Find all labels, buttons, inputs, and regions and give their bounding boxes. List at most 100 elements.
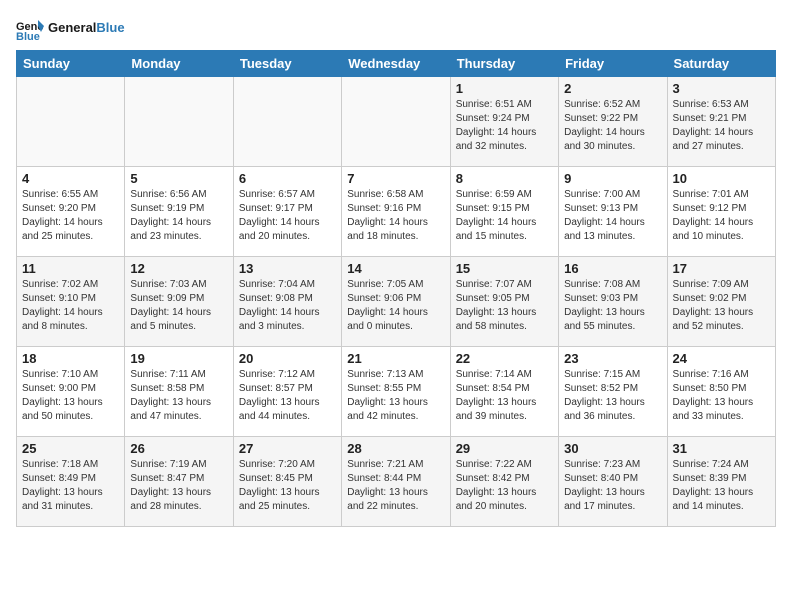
calendar-cell: 12Sunrise: 7:03 AM Sunset: 9:09 PM Dayli…: [125, 257, 233, 347]
day-info: Sunrise: 7:12 AM Sunset: 8:57 PM Dayligh…: [239, 368, 336, 424]
calendar-cell: 3 Sunrise: 6:53 AM Sunset: 9:21 PM Daylig…: [667, 77, 775, 167]
calendar-cell: 20 Sunrise: 7:12 AM Sunset: 8:57 PM Dayli…: [233, 347, 341, 437]
col-header-saturday: Saturday: [667, 51, 775, 77]
logo-blue: Blue: [96, 20, 124, 35]
day-number: 25: [22, 441, 119, 456]
calendar-cell: 7Sunrise: 6:58 AM Sunset: 9:16 PM Daylig…: [342, 167, 450, 257]
calendar-cell: 1 Sunrise: 6:51 AM Sunset: 9:24 PM Daylig…: [450, 77, 558, 167]
day-number: 22: [456, 351, 553, 366]
day-info: Sunrise: 7:07 AM Sunset: 9:05 PM Dayligh…: [456, 278, 553, 334]
day-number: 7: [347, 171, 444, 186]
day-info: Sunrise: 6:56 AM Sunset: 9:19 PM Dayligh…: [130, 188, 227, 244]
day-number: 4: [22, 171, 119, 186]
calendar-cell: 24Sunrise: 7:16 AM Sunset: 8:50 PM Dayli…: [667, 347, 775, 437]
day-info: Sunrise: 7:13 AM Sunset: 8:55 PM Dayligh…: [347, 368, 444, 424]
day-number: 1: [456, 81, 553, 96]
day-info: Sunrise: 7:01 AM Sunset: 9:12 PM Dayligh…: [673, 188, 770, 244]
col-header-sunday: Sunday: [17, 51, 125, 77]
calendar-cell: [17, 77, 125, 167]
day-number: 2: [564, 81, 661, 96]
calendar-cell: 31 Sunrise: 7:24 AM Sunset: 8:39 PM Dayli…: [667, 437, 775, 527]
day-info: Sunrise: 7:22 AM Sunset: 8:42 PM Dayligh…: [456, 458, 553, 514]
day-number: 28: [347, 441, 444, 456]
calendar-cell: 2Sunrise: 6:52 AM Sunset: 9:22 PM Daylig…: [559, 77, 667, 167]
col-header-friday: Friday: [559, 51, 667, 77]
calendar-week-row: 18Sunrise: 7:10 AM Sunset: 9:00 PM Dayli…: [17, 347, 776, 437]
calendar-cell: 25 Sunrise: 7:18 AM Sunset: 8:49 PM Dayli…: [17, 437, 125, 527]
day-info: Sunrise: 6:51 AM Sunset: 9:24 PM Dayligh…: [456, 98, 553, 154]
logo-general: General: [48, 20, 96, 35]
day-info: Sunrise: 7:04 AM Sunset: 9:08 PM Dayligh…: [239, 278, 336, 334]
col-header-wednesday: Wednesday: [342, 51, 450, 77]
calendar-header-row: SundayMondayTuesdayWednesdayThursdayFrid…: [17, 51, 776, 77]
calendar-cell: 30Sunrise: 7:23 AM Sunset: 8:40 PM Dayli…: [559, 437, 667, 527]
day-number: 3: [673, 81, 770, 96]
day-number: 20: [239, 351, 336, 366]
day-info: Sunrise: 7:08 AM Sunset: 9:03 PM Dayligh…: [564, 278, 661, 334]
calendar-cell: 22 Sunrise: 7:14 AM Sunset: 8:54 PM Dayli…: [450, 347, 558, 437]
calendar-week-row: 25 Sunrise: 7:18 AM Sunset: 8:49 PM Dayli…: [17, 437, 776, 527]
calendar-cell: 17Sunrise: 7:09 AM Sunset: 9:02 PM Dayli…: [667, 257, 775, 347]
day-number: 27: [239, 441, 336, 456]
day-number: 13: [239, 261, 336, 276]
day-info: Sunrise: 6:59 AM Sunset: 9:15 PM Dayligh…: [456, 188, 553, 244]
calendar-cell: 18Sunrise: 7:10 AM Sunset: 9:00 PM Dayli…: [17, 347, 125, 437]
day-info: Sunrise: 7:20 AM Sunset: 8:45 PM Dayligh…: [239, 458, 336, 514]
calendar-cell: 9 Sunrise: 7:00 AM Sunset: 9:13 PM Daylig…: [559, 167, 667, 257]
day-number: 8: [456, 171, 553, 186]
day-info: Sunrise: 6:55 AM Sunset: 9:20 PM Dayligh…: [22, 188, 119, 244]
svg-text:Blue: Blue: [16, 31, 40, 40]
calendar-cell: 23 Sunrise: 7:15 AM Sunset: 8:52 PM Dayli…: [559, 347, 667, 437]
calendar-table: SundayMondayTuesdayWednesdayThursdayFrid…: [16, 50, 776, 527]
day-info: Sunrise: 7:00 AM Sunset: 9:13 PM Dayligh…: [564, 188, 661, 244]
calendar-cell: 14 Sunrise: 7:05 AM Sunset: 9:06 PM Dayli…: [342, 257, 450, 347]
day-info: Sunrise: 7:05 AM Sunset: 9:06 PM Dayligh…: [347, 278, 444, 334]
day-number: 31: [673, 441, 770, 456]
calendar-cell: 5 Sunrise: 6:56 AM Sunset: 9:19 PM Daylig…: [125, 167, 233, 257]
day-number: 29: [456, 441, 553, 456]
day-number: 14: [347, 261, 444, 276]
day-number: 21: [347, 351, 444, 366]
col-header-tuesday: Tuesday: [233, 51, 341, 77]
day-info: Sunrise: 7:16 AM Sunset: 8:50 PM Dayligh…: [673, 368, 770, 424]
calendar-cell: 27 Sunrise: 7:20 AM Sunset: 8:45 PM Dayli…: [233, 437, 341, 527]
day-number: 12: [130, 261, 227, 276]
day-info: Sunrise: 7:24 AM Sunset: 8:39 PM Dayligh…: [673, 458, 770, 514]
day-number: 11: [22, 261, 119, 276]
calendar-cell: 19 Sunrise: 7:11 AM Sunset: 8:58 PM Dayli…: [125, 347, 233, 437]
page-header: General Blue GeneralBlue: [16, 16, 776, 40]
day-number: 30: [564, 441, 661, 456]
day-number: 10: [673, 171, 770, 186]
calendar-cell: 21 Sunrise: 7:13 AM Sunset: 8:55 PM Dayli…: [342, 347, 450, 437]
calendar-week-row: 4 Sunrise: 6:55 AM Sunset: 9:20 PM Daylig…: [17, 167, 776, 257]
calendar-cell: 8 Sunrise: 6:59 AM Sunset: 9:15 PM Daylig…: [450, 167, 558, 257]
day-info: Sunrise: 7:15 AM Sunset: 8:52 PM Dayligh…: [564, 368, 661, 424]
day-number: 15: [456, 261, 553, 276]
day-number: 9: [564, 171, 661, 186]
day-info: Sunrise: 6:53 AM Sunset: 9:21 PM Dayligh…: [673, 98, 770, 154]
day-number: 23: [564, 351, 661, 366]
day-number: 5: [130, 171, 227, 186]
day-number: 19: [130, 351, 227, 366]
day-number: 26: [130, 441, 227, 456]
calendar-cell: 11 Sunrise: 7:02 AM Sunset: 9:10 PM Dayli…: [17, 257, 125, 347]
calendar-cell: 15 Sunrise: 7:07 AM Sunset: 9:05 PM Dayli…: [450, 257, 558, 347]
calendar-cell: [342, 77, 450, 167]
day-info: Sunrise: 7:19 AM Sunset: 8:47 PM Dayligh…: [130, 458, 227, 514]
day-number: 16: [564, 261, 661, 276]
day-info: Sunrise: 6:57 AM Sunset: 9:17 PM Dayligh…: [239, 188, 336, 244]
calendar-cell: 29 Sunrise: 7:22 AM Sunset: 8:42 PM Dayli…: [450, 437, 558, 527]
day-info: Sunrise: 7:21 AM Sunset: 8:44 PM Dayligh…: [347, 458, 444, 514]
calendar-cell: [233, 77, 341, 167]
calendar-cell: 28 Sunrise: 7:21 AM Sunset: 8:44 PM Dayli…: [342, 437, 450, 527]
day-info: Sunrise: 7:14 AM Sunset: 8:54 PM Dayligh…: [456, 368, 553, 424]
calendar-cell: 16 Sunrise: 7:08 AM Sunset: 9:03 PM Dayli…: [559, 257, 667, 347]
calendar-cell: 4 Sunrise: 6:55 AM Sunset: 9:20 PM Daylig…: [17, 167, 125, 257]
day-number: 6: [239, 171, 336, 186]
day-info: Sunrise: 7:02 AM Sunset: 9:10 PM Dayligh…: [22, 278, 119, 334]
calendar-cell: 26 Sunrise: 7:19 AM Sunset: 8:47 PM Dayli…: [125, 437, 233, 527]
col-header-thursday: Thursday: [450, 51, 558, 77]
day-info: Sunrise: 7:11 AM Sunset: 8:58 PM Dayligh…: [130, 368, 227, 424]
day-info: Sunrise: 7:18 AM Sunset: 8:49 PM Dayligh…: [22, 458, 119, 514]
day-number: 18: [22, 351, 119, 366]
